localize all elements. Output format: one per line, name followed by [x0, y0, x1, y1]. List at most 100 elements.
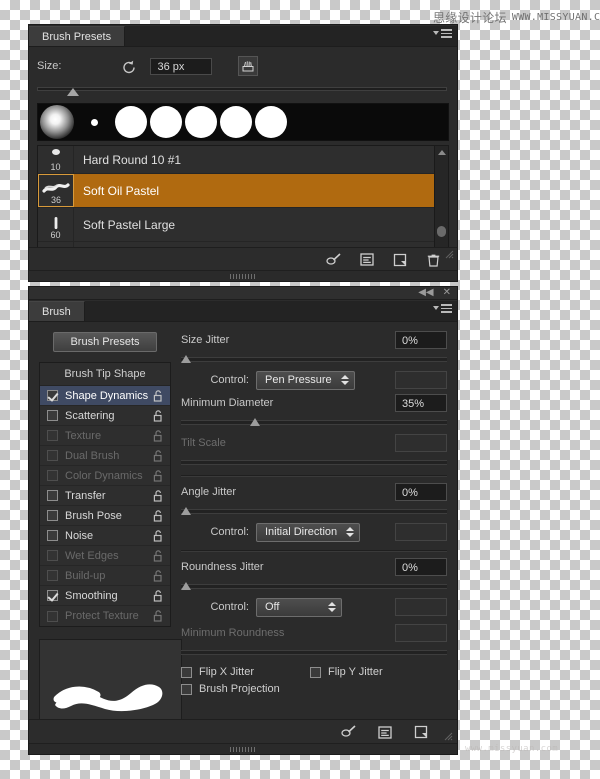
brush-presets-button[interactable]: Brush Presets — [53, 332, 157, 352]
new-preset-icon[interactable] — [377, 724, 393, 740]
roundness-jitter-input[interactable]: 0% — [395, 558, 447, 576]
new-preset-icon[interactable] — [359, 252, 375, 268]
table-row[interactable]: 10 Hard Round 10 #1 — [38, 146, 448, 174]
checkbox-transfer[interactable] — [47, 490, 58, 501]
new-brush-icon[interactable] — [392, 252, 408, 268]
resize-grip-icon[interactable] — [444, 732, 453, 741]
sidebar-item-wet-edges[interactable]: Wet Edges — [40, 546, 170, 566]
size-slider-thumb[interactable] — [67, 88, 79, 96]
size-jitter-slider[interactable] — [181, 353, 447, 365]
sidebar-item-smoothing[interactable]: Smoothing — [40, 586, 170, 606]
collapse-to-icons-icon[interactable]: ◀◀ — [418, 288, 433, 298]
flip-y-jitter-checkbox[interactable]: Flip Y Jitter — [310, 666, 383, 678]
hard-round-swatch-1[interactable] — [115, 106, 147, 138]
tilt-scale-input[interactable] — [395, 434, 447, 452]
table-row[interactable]: 36 Soft Oil Pastel — [38, 174, 448, 208]
checkbox-texture[interactable] — [47, 430, 58, 441]
brush-tip-shape-header[interactable]: Brush Tip Shape — [40, 363, 170, 386]
checkbox-color-dynamics[interactable] — [47, 470, 58, 481]
hard-round-swatch-5[interactable] — [255, 106, 287, 138]
slider-knob[interactable] — [181, 355, 191, 363]
sidebar-item-protect-texture[interactable]: Protect Texture — [40, 606, 170, 626]
lock-open-icon[interactable] — [153, 389, 164, 402]
toggle-brush-settings-icon[interactable] — [341, 724, 357, 740]
size-control-select[interactable]: Pen Pressure — [256, 370, 355, 390]
checkbox-dual-brush[interactable] — [47, 450, 58, 461]
sidebar-item-noise[interactable]: Noise — [40, 526, 170, 546]
size-input[interactable]: 36 px — [150, 57, 213, 75]
slider-knob[interactable] — [181, 582, 191, 590]
lock-open-icon[interactable] — [153, 569, 164, 582]
checkbox-flip-y[interactable] — [310, 666, 322, 678]
close-panel-icon[interactable]: ✕ — [443, 288, 451, 298]
size-control-extra-field[interactable] — [395, 371, 447, 389]
checkbox-protect-texture[interactable] — [47, 610, 58, 622]
angle-jitter-slider[interactable] — [181, 505, 447, 517]
panel-menu-icon[interactable] — [433, 29, 452, 38]
hard-round-swatch-2[interactable] — [150, 106, 182, 138]
angle-control-select[interactable]: Initial Direction — [256, 522, 361, 542]
minimum-roundness-slider[interactable] — [181, 646, 447, 658]
scrollbar-thumb[interactable] — [437, 226, 446, 237]
lock-open-icon[interactable] — [153, 549, 164, 562]
brush-preset-list[interactable]: 10 Hard Round 10 #1 36 Soft Oil Pastel 6… — [37, 145, 449, 260]
brush-list-scrollbar[interactable] — [434, 146, 448, 259]
slider-knob[interactable] — [181, 507, 191, 515]
hard-round-swatch-4[interactable] — [220, 106, 252, 138]
soft-round-swatch[interactable] — [40, 105, 74, 139]
lock-open-icon[interactable] — [153, 449, 164, 462]
sidebar-item-brush-pose[interactable]: Brush Pose — [40, 506, 170, 526]
toggle-brush-settings-icon[interactable] — [326, 252, 342, 268]
roundness-jitter-slider[interactable] — [181, 580, 447, 592]
angle-jitter-input[interactable]: 0% — [395, 483, 447, 501]
checkbox-noise[interactable] — [47, 530, 58, 541]
hard-round-swatch-3[interactable] — [185, 106, 217, 138]
angle-control-extra-field[interactable] — [395, 523, 447, 541]
tilt-scale-slider[interactable] — [181, 456, 447, 468]
checkbox-brush-pose[interactable] — [47, 510, 58, 521]
sidebar-item-color-dynamics[interactable]: Color Dynamics — [40, 466, 170, 486]
minimum-diameter-slider[interactable] — [181, 416, 447, 428]
sidebar-item-dual-brush[interactable]: Dual Brush — [40, 446, 170, 466]
minimum-roundness-input[interactable] — [395, 624, 447, 642]
lock-open-icon[interactable] — [153, 589, 164, 602]
lock-open-icon[interactable] — [153, 429, 164, 442]
tab-brush-presets[interactable]: Brush Presets — [29, 26, 126, 46]
lock-open-icon[interactable] — [153, 409, 164, 422]
table-row[interactable]: 60 Soft Pastel Large — [38, 208, 448, 242]
roundness-control-select[interactable]: Off — [256, 597, 342, 617]
checkbox-wet-edges[interactable] — [47, 550, 58, 561]
checkbox-shape-dynamics[interactable] — [47, 390, 58, 401]
slider-knob[interactable] — [250, 418, 260, 426]
checkbox-build-up[interactable] — [47, 570, 58, 581]
sidebar-item-transfer[interactable]: Transfer — [40, 486, 170, 506]
resize-grip-icon[interactable] — [445, 250, 454, 259]
tiny-round-swatch[interactable] — [91, 118, 98, 126]
brush-tip-toggle-icon[interactable] — [238, 56, 259, 76]
roundness-control-extra-field[interactable] — [395, 598, 447, 616]
flip-x-jitter-checkbox[interactable]: Flip X Jitter — [181, 666, 254, 678]
sidebar-item-shape-dynamics[interactable]: Shape Dynamics — [40, 386, 170, 406]
scroll-up-arrow-icon[interactable] — [438, 150, 446, 155]
minimum-diameter-input[interactable]: 35% — [395, 394, 447, 412]
lock-open-icon[interactable] — [153, 509, 164, 522]
lock-open-icon[interactable] — [153, 489, 164, 502]
new-brush-icon[interactable] — [413, 724, 429, 740]
lock-open-icon[interactable] — [153, 469, 164, 482]
sidebar-item-build-up[interactable]: Build-up — [40, 566, 170, 586]
lock-open-icon[interactable] — [153, 610, 164, 622]
sidebar-item-texture[interactable]: Texture — [40, 426, 170, 446]
panel-menu-icon[interactable] — [433, 304, 452, 313]
checkbox-scattering[interactable] — [47, 410, 58, 421]
size-jitter-input[interactable]: 0% — [395, 331, 447, 349]
reset-arrow-icon[interactable] — [121, 58, 138, 75]
checkbox-flip-x[interactable] — [181, 666, 192, 678]
delete-brush-icon[interactable] — [425, 252, 441, 268]
checkbox-smoothing[interactable] — [47, 590, 58, 601]
checkbox-brush-projection[interactable] — [181, 683, 192, 695]
size-slider[interactable] — [37, 84, 447, 97]
sidebar-item-scattering[interactable]: Scattering — [40, 406, 170, 426]
panel-drag-grip[interactable] — [29, 743, 457, 754]
tab-brush[interactable]: Brush — [29, 301, 85, 321]
brush-projection-checkbox[interactable]: Brush Projection — [181, 683, 280, 695]
